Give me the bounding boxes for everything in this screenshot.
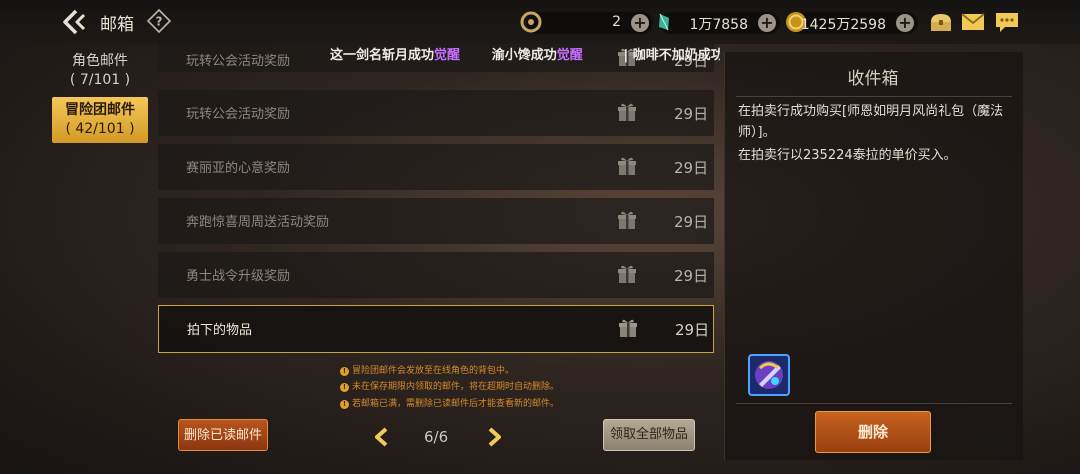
gift-pack-item-icon[interactable]: [748, 354, 790, 396]
help-icon[interactable]: ?: [146, 8, 172, 34]
delete-read-button[interactable]: 删除已读邮件: [178, 419, 268, 451]
marquee-text: | 咖啡不加奶成功: [623, 48, 720, 63]
currency-value: 2: [612, 14, 621, 30]
prev-page-icon[interactable]: [372, 426, 392, 448]
system-marquee: 这一剑名斩月成功觉醒 渝小馋成功觉醒 | 咖啡不加奶成功觉: [330, 44, 720, 66]
notice-line: ! 冒险团邮件会发放至在线角色的背包中。: [340, 363, 514, 376]
add-currency-button[interactable]: +: [631, 14, 649, 32]
chest-icon[interactable]: [928, 10, 954, 34]
currency-gold: 1425万2598 +: [786, 12, 918, 34]
add-currency-button[interactable]: +: [758, 14, 776, 32]
mail-body-line: 在拍卖行成功购买[师恩如明月风尚礼包（魔法师）]。: [738, 104, 1004, 140]
mail-expiry: 29日: [674, 105, 709, 123]
nav-label: 冒险团邮件: [65, 102, 135, 118]
warning-icon: !: [340, 400, 349, 409]
currency-value: 1万7858: [689, 17, 748, 33]
mail-row-selected[interactable]: 拍下的物品 29日: [158, 305, 714, 353]
mail-title: 赛丽亚的心意奖励: [186, 161, 291, 176]
svg-text:?: ?: [156, 15, 163, 29]
delete-mail-button[interactable]: 删除: [815, 411, 931, 453]
notice-text: 冒险团邮件会发放至在线角色的背包中。: [352, 366, 515, 376]
mail-row[interactable]: 玩转公会活动奖励 29日: [158, 90, 714, 136]
mail-title: 拍下的物品: [187, 323, 253, 338]
mail-title: 玩转公会活动奖励: [186, 54, 291, 69]
notice-line: ! 若邮箱已满，需删除已读邮件后才能查看新的邮件。: [340, 396, 559, 409]
mail-row[interactable]: 勇士战令升级奖励 29日: [158, 252, 714, 298]
mail-body-line: 在拍卖行以235224泰拉的单价买入。: [738, 148, 957, 163]
marquee-highlight: 觉醒: [434, 48, 461, 63]
mail-title: 勇士战令升级奖励: [186, 269, 291, 284]
mail-row[interactable]: 赛丽亚的心意奖励 29日: [158, 144, 714, 190]
mail-expiry: 29日: [674, 267, 709, 285]
page-title: 邮箱: [100, 15, 134, 35]
notice-text: 未在保存期限内领取的邮件，将在超期时自动删除。: [352, 382, 560, 392]
warning-icon: !: [340, 383, 349, 392]
gift-icon: [616, 101, 638, 123]
nav-label: 角色邮件: [72, 53, 128, 69]
gift-icon: [616, 155, 638, 177]
nav-adventure-team-mail[interactable]: 冒险团邮件 ( 42/101 ): [52, 97, 148, 143]
marquee-highlight: 觉醒: [556, 48, 583, 63]
nav-count: ( 7/101 ): [69, 72, 131, 88]
mail-icon[interactable]: [960, 10, 986, 34]
gift-icon: [616, 263, 638, 285]
nav-count: ( 42/101 ): [65, 121, 135, 137]
teal-gem-icon: [652, 10, 676, 34]
warning-icon: !: [340, 367, 349, 376]
marquee-text: 渝小馋成功: [491, 48, 557, 63]
claim-all-button[interactable]: 领取全部物品: [603, 419, 695, 451]
marquee-text: 这一剑名斩月成功: [330, 48, 435, 63]
add-currency-button[interactable]: +: [896, 14, 914, 32]
mail-row[interactable]: 奔跑惊喜周周送活动奖励 29日: [158, 198, 714, 244]
bronze-coin-icon: [519, 10, 543, 34]
gift-icon: [616, 209, 638, 231]
mail-expiry: 29日: [674, 159, 709, 177]
panel-title: 收件箱: [847, 69, 899, 89]
nav-character-mail[interactable]: 角色邮件 ( 7/101 ): [52, 52, 148, 90]
mail-expiry: 29日: [674, 213, 709, 231]
mail-title: 玩转公会活动奖励: [186, 107, 291, 122]
divider: [736, 96, 1012, 97]
mail-title: 奔跑惊喜周周送活动奖励: [186, 215, 330, 230]
chat-icon[interactable]: [994, 10, 1020, 34]
back-arrow-icon[interactable]: [62, 8, 92, 36]
mail-expiry: 29日: [675, 321, 710, 339]
notice-text: 若邮箱已满，需删除已读邮件后才能查看新的邮件。: [352, 399, 560, 409]
currency-value: 1425万2598: [800, 17, 886, 33]
divider: [736, 403, 1012, 404]
next-page-icon[interactable]: [484, 426, 504, 448]
currency-gem: 1万7858 +: [659, 12, 780, 34]
page-indicator: 6/6: [424, 428, 449, 446]
currency-bronze: 2 +: [520, 11, 653, 34]
gift-icon: [617, 317, 639, 339]
notice-line: ! 未在保存期限内领取的邮件，将在超期时自动删除。: [340, 379, 559, 392]
